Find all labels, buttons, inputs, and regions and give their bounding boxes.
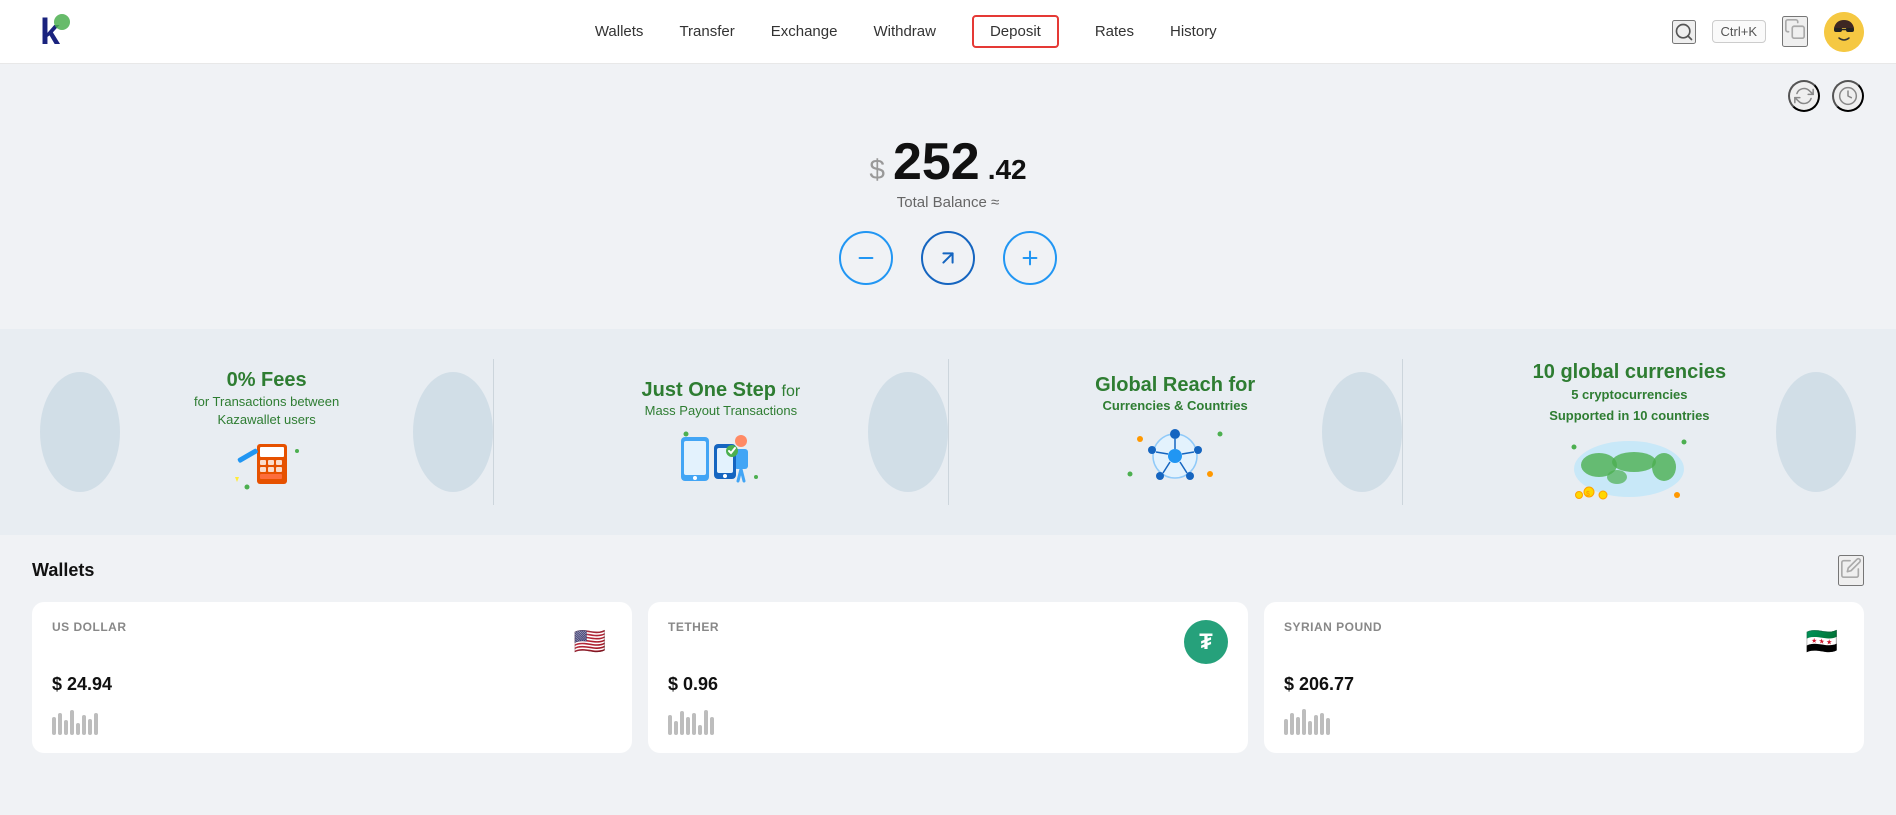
wallet-usdollar-amount: $ 24.94: [52, 674, 612, 695]
refresh-button[interactable]: [1788, 80, 1820, 112]
main-content: $ 252 .42 Total Balance ≈: [0, 64, 1896, 773]
send-button[interactable]: [921, 231, 975, 285]
nav-withdraw[interactable]: Withdraw: [873, 19, 936, 44]
wallet-usdollar-name: US DOLLAR: [52, 620, 127, 634]
deposit-button[interactable]: [1003, 231, 1057, 285]
nav-history[interactable]: History: [1170, 19, 1217, 44]
banner-currencies-title: 10 global currencies: [1533, 359, 1726, 385]
main-nav: Wallets Transfer Exchange Withdraw Depos…: [140, 15, 1672, 48]
wallets-grid: US DOLLAR 🇺🇸 $ 24.94 TET: [32, 602, 1864, 753]
withdraw-button[interactable]: [839, 231, 893, 285]
wallet-syriapound-chart: [1284, 705, 1844, 735]
wallet-usdollar-flag: 🇺🇸: [568, 620, 612, 664]
nav-rates[interactable]: Rates: [1095, 19, 1134, 44]
banner-fees-image: [217, 437, 317, 497]
svg-text:$: $: [1586, 491, 1590, 498]
header: k Wallets Transfer Exchange Withdraw Dep…: [0, 0, 1896, 64]
banner-fees-subtitle: for Transactions betweenKazawallet users: [194, 393, 339, 429]
banner-fees-title: 0% Fees: [194, 367, 339, 393]
banner-global-image: [1115, 421, 1235, 491]
dollar-sign: $: [869, 154, 885, 186]
wallet-tether-flag: ₮: [1184, 620, 1228, 664]
wallet-tether-amount: $ 0.96: [668, 674, 1228, 695]
wallet-syriapound-name: SYRIAN POUND: [1284, 620, 1382, 634]
history-button[interactable]: [1832, 80, 1864, 112]
nav-deposit[interactable]: Deposit: [972, 15, 1059, 48]
banner-onestep-image: [671, 426, 771, 486]
nav-transfer[interactable]: Transfer: [679, 19, 734, 44]
banner-fees: 0% Fees for Transactions betweenKazawall…: [40, 349, 493, 515]
wallets-header: Wallets: [32, 555, 1864, 586]
avatar[interactable]: [1824, 12, 1864, 52]
banner-global-title: Global Reach for: [1095, 372, 1255, 398]
search-button[interactable]: [1672, 20, 1696, 44]
wallets-edit-button[interactable]: [1838, 555, 1864, 586]
wallet-card-syriapound[interactable]: SYRIAN POUND 🇸🇾 $ 206.77: [1264, 602, 1864, 753]
balance-section: $ 252 .42 Total Balance ≈: [0, 112, 1896, 313]
banner-global-subtitle: Currencies & Countries: [1095, 398, 1255, 413]
nav-wallets[interactable]: Wallets: [595, 19, 644, 44]
wallet-card-tether[interactable]: TETHER ₮ $ 0.96: [648, 602, 1248, 753]
balance-integer: 252: [893, 136, 980, 188]
wallets-title: Wallets: [32, 560, 94, 581]
wallet-syriapound-amount: $ 206.77: [1284, 674, 1844, 695]
banners: 0% Fees for Transactions betweenKazawall…: [0, 329, 1896, 535]
banner-currencies-image: $: [1564, 435, 1694, 505]
wallet-usdollar-chart: [52, 705, 612, 735]
balance-label: Total Balance ≈: [897, 194, 999, 211]
wallet-card-usdollar[interactable]: US DOLLAR 🇺🇸 $ 24.94: [32, 602, 632, 753]
balance-decimal: .42: [988, 154, 1027, 186]
wallets-section: Wallets US DOLLAR 🇺🇸 $ 24.94: [0, 535, 1896, 773]
wallet-tether-chart: [668, 705, 1228, 735]
header-right: Ctrl+K: [1672, 12, 1864, 52]
banner-onestep-subtitle: Mass Payout Transactions: [642, 403, 801, 418]
banner-onestep-title: Just One Step for: [642, 377, 801, 403]
logo[interactable]: k: [32, 8, 80, 56]
action-buttons: [839, 231, 1057, 285]
wallet-tether-name: TETHER: [668, 620, 719, 634]
top-actions: [0, 64, 1896, 112]
balance-amount: $ 252 .42: [869, 136, 1026, 188]
keyboard-shortcut[interactable]: Ctrl+K: [1712, 20, 1766, 43]
wallet-syriapound-flag: 🇸🇾: [1800, 620, 1844, 664]
nav-exchange[interactable]: Exchange: [771, 19, 838, 44]
banner-global: Global Reach for Currencies & Countries: [949, 349, 1402, 515]
banner-onestep: Just One Step for Mass Payout Transactio…: [494, 349, 947, 515]
banner-currencies: 10 global currencies 5 cryptocurrenciesS…: [1403, 349, 1856, 515]
banner-currencies-subtitle: 5 cryptocurrenciesSupported in 10 countr…: [1533, 385, 1726, 427]
copy-button[interactable]: [1782, 16, 1808, 47]
